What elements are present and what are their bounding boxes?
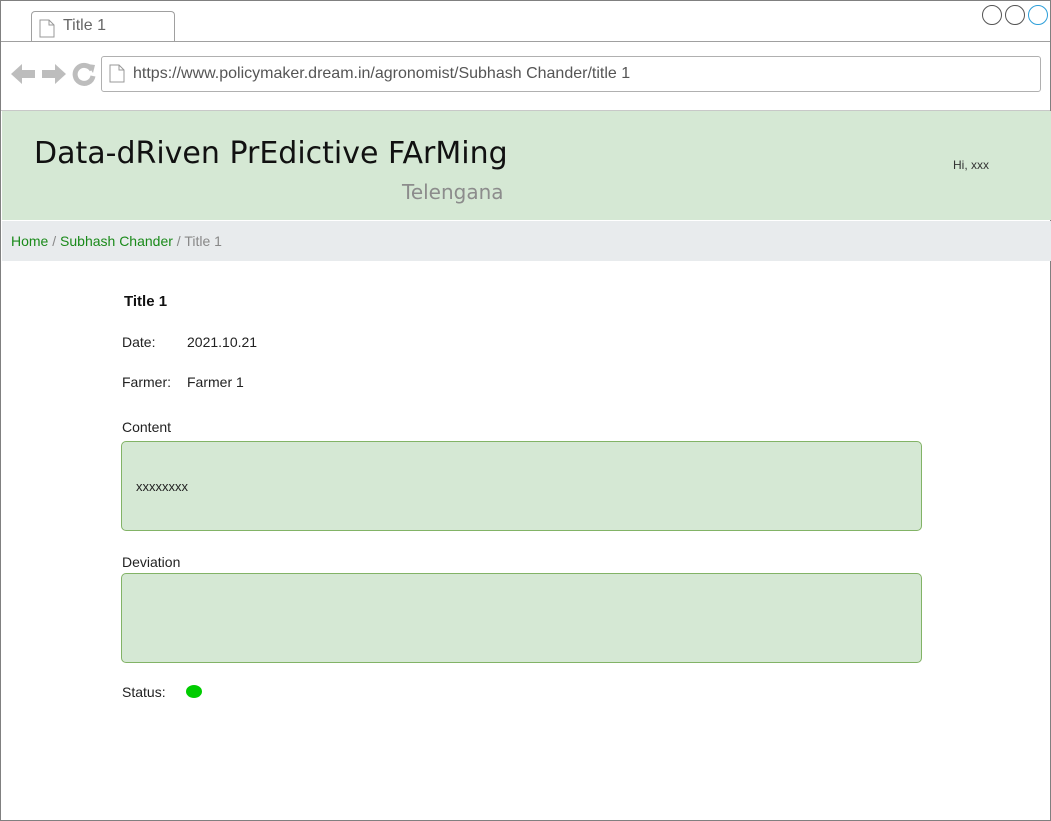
url-bar[interactable]: https://www.policymaker.dream.in/agronom… [101, 56, 1041, 92]
back-arrow-icon[interactable] [11, 63, 36, 90]
breadcrumb-home-link[interactable]: Home [11, 233, 48, 249]
url-text: https://www.policymaker.dream.in/agronom… [133, 65, 631, 82]
reload-icon[interactable] [72, 62, 96, 91]
status-label: Status: [122, 684, 166, 700]
breadcrumb-current: Title 1 [184, 233, 222, 249]
content-text: xxxxxxxx [136, 479, 188, 494]
document-icon [39, 19, 55, 43]
content-box[interactable]: xxxxxxxx [121, 441, 922, 531]
document-icon [109, 64, 125, 88]
browser-window: Title 1 https://www.policymaker.dream.in… [0, 0, 1051, 821]
app-subtitle: Telengana [402, 180, 504, 204]
browser-tab[interactable]: Title 1 [31, 11, 175, 41]
farmer-label: Farmer: [122, 374, 171, 390]
farmer-value: Farmer 1 [187, 374, 244, 390]
date-label: Date: [122, 334, 156, 350]
breadcrumb-separator: / [176, 233, 181, 249]
forward-arrow-icon[interactable] [41, 63, 66, 90]
content-label: Content [122, 419, 172, 435]
window-controls [982, 5, 1048, 25]
close-button[interactable] [1028, 5, 1048, 25]
maximize-button[interactable] [1005, 5, 1025, 25]
app-header: Data-dRiven PrEdictive FArMing Telengana… [2, 111, 1051, 220]
date-value: 2021.10.21 [187, 334, 258, 350]
status-indicator [186, 685, 202, 698]
user-greeting[interactable]: Hi, xxx [953, 158, 989, 172]
app-title: Data-dRiven PrEdictive FArMing [34, 136, 508, 171]
address-row: https://www.policymaker.dream.in/agronom… [1, 42, 1050, 111]
page-title: Title 1 [124, 293, 168, 310]
tab-title: Title 1 [63, 17, 106, 34]
deviation-label: Deviation [122, 554, 181, 570]
minimize-button[interactable] [982, 5, 1002, 25]
breadcrumb: Home / Subhash Chander / Title 1 [2, 221, 1051, 261]
breadcrumb-parent-link[interactable]: Subhash Chander [60, 233, 173, 249]
deviation-box[interactable] [121, 573, 922, 663]
tab-strip: Title 1 [1, 1, 1050, 42]
breadcrumb-separator: / [52, 233, 57, 249]
